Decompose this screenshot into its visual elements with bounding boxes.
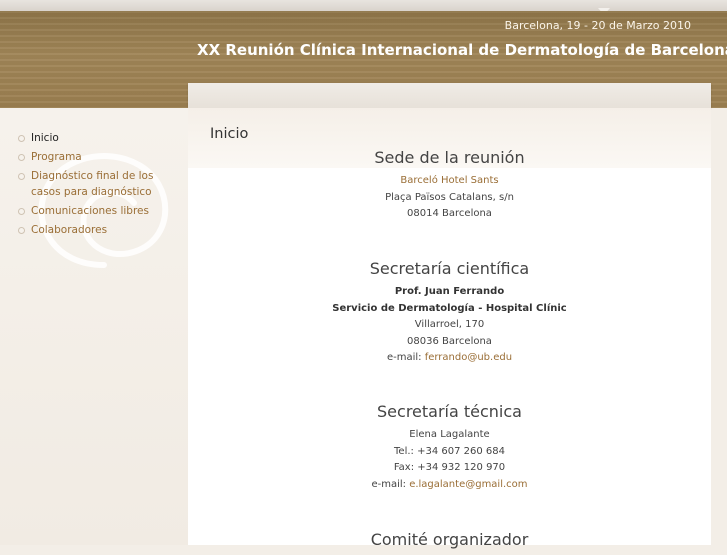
nav-item-programa[interactable]: Programa [14,149,184,165]
bullet-icon [18,154,25,161]
content-top-bar [188,83,711,108]
main-content: Inicio Sede de la reunión Barceló Hotel … [188,108,711,549]
bullet-icon [18,227,25,234]
nav-item-label: Diagnóstico final de los casos para diag… [31,170,154,198]
cientifica-email-row: e-mail: ferrando@ub.edu [188,350,711,367]
sede-address: Plaça Països Catalans, s/n [385,191,514,203]
bullet-icon [18,135,25,142]
site-title: XX Reunión Clínica Internacional de Derm… [197,41,727,59]
cientifica-name: Prof. Juan Ferrando [394,286,505,297]
sede-section: Sede de la reunión Barceló Hotel Sants P… [188,148,711,223]
nav-item-diagnostico[interactable]: Diagnóstico final de los casos para diag… [14,168,171,200]
comite-section: Comité organizador [188,530,711,555]
cientifica-email-link[interactable]: ferrando@ub.edu [425,352,512,363]
hotel-link[interactable]: Barceló Hotel Sants [400,175,498,186]
tecnica-name: Elena Lagalante [409,429,490,440]
tecnica-email-row: e-mail: e.lagalante@gmail.com [188,477,711,494]
cientifica-heading: Secretaría científica [369,259,530,278]
cientifica-city: 08036 Barcelona [407,335,492,347]
email-label: e-mail: [386,352,425,363]
page-title: Inicio [210,126,249,142]
tecnica-fax: Fax: +34 932 120 970 [393,462,506,473]
nav-item-label: Programa [31,151,82,163]
email-label: e-mail: [371,478,410,490]
sidebar-nav: Inicio Programa Diagnóstico final de los… [14,130,184,241]
nav-item-inicio[interactable]: Inicio [14,130,184,146]
comite-heading: Comité organizador [370,530,529,549]
cientifica-street: Villarroel, 170 [414,319,485,330]
tecnica-email-link[interactable]: e.lagalante@gmail.com [409,479,527,490]
cientifica-section: Secretaría científica Prof. Juan Ferrand… [188,259,711,367]
nav-item-label: Comunicaciones libres [31,205,149,217]
tecnica-section: Secretaría técnica Elena Lagalante Tel.:… [188,402,711,493]
event-date: Barcelona, 19 - 20 de Marzo 2010 [504,19,691,32]
cientifica-service: Servicio de Dermatología - Hospital Clín… [332,302,567,314]
top-bar [0,0,727,11]
nav-item-label: Colaboradores [31,224,108,236]
tecnica-heading: Secretaría técnica [377,402,522,421]
bullet-icon [18,173,25,180]
bullet-icon [18,208,25,215]
tecnica-tel: Tel.: +34 607 260 684 [394,445,505,457]
nav-item-comunicaciones[interactable]: Comunicaciones libres [14,203,184,219]
nav-item-label: Inicio [31,132,59,144]
nav-item-colaboradores[interactable]: Colaboradores [14,222,184,238]
sede-postal: 08014 Barcelona [407,208,492,219]
sede-heading: Sede de la reunión [374,148,525,167]
